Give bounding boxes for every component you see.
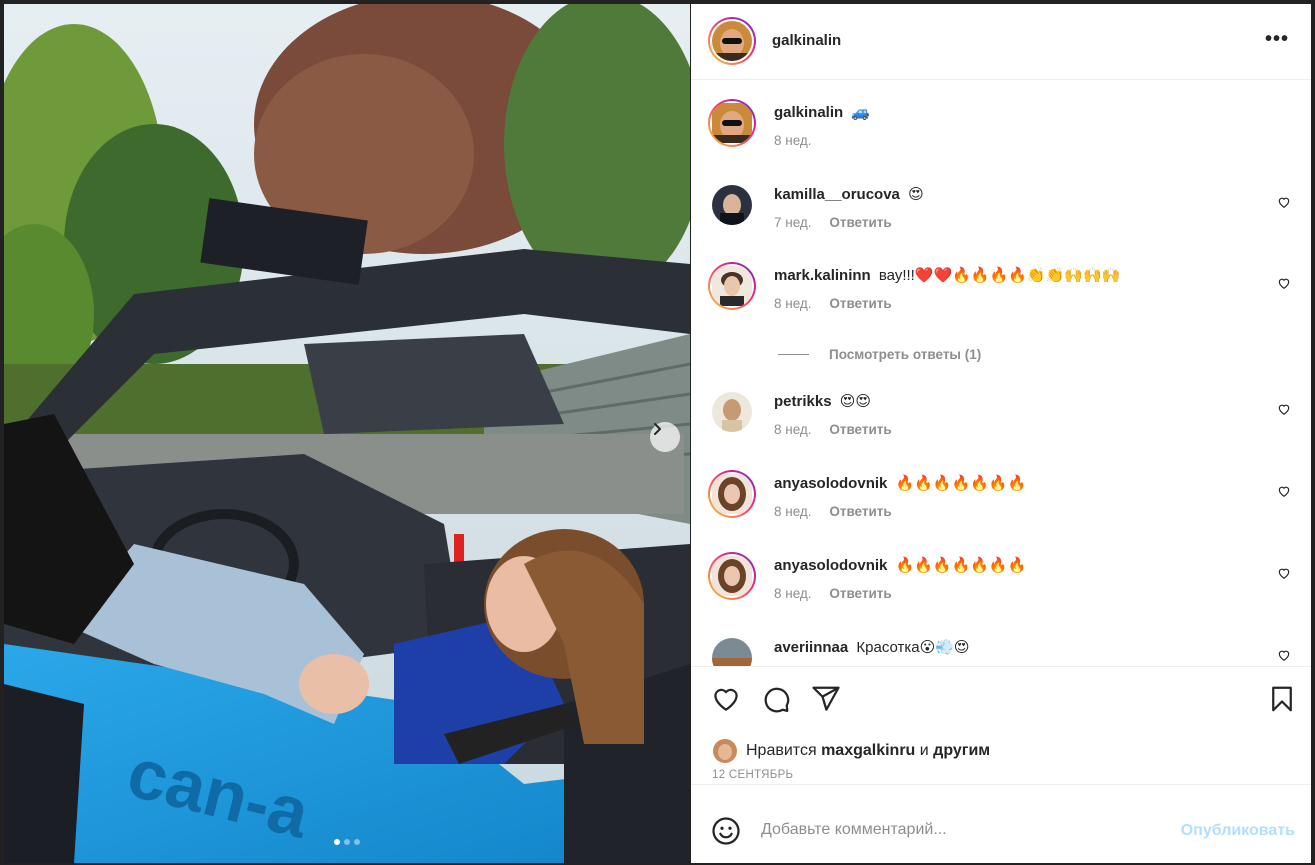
slide-dot — [334, 839, 340, 845]
comment-like-heart-icon[interactable] — [1277, 484, 1291, 498]
comment-composer: Опубликовать — [691, 784, 1311, 863]
comments-list[interactable]: galkinalin 🚙 8 нед. kamilla__orucova 😍 7… — [691, 81, 1311, 666]
comment-avatar-image — [712, 392, 752, 432]
reply-button[interactable]: Ответить — [829, 422, 891, 437]
post-date: 12 СЕНТЯБРЬ — [712, 769, 794, 781]
slide-dot — [354, 839, 360, 845]
comment-meta: 7 нед. Ответить — [774, 215, 892, 230]
caption-avatar-image — [712, 103, 752, 143]
comment-text: 😍 — [908, 186, 924, 203]
comment-text: 🔥🔥🔥🔥🔥🔥🔥 — [895, 557, 1027, 574]
likes-others[interactable]: другим — [933, 742, 990, 760]
more-options-icon[interactable]: ••• — [1265, 29, 1289, 49]
comment-like-heart-icon[interactable] — [1277, 566, 1291, 580]
heart-icon[interactable] — [711, 684, 741, 714]
post-header: galkinalin ••• — [691, 4, 1311, 80]
chevron-right-icon — [654, 423, 661, 435]
post-details-panel: galkinalin ••• galkinalin 🚙 8 нед. kamil… — [691, 4, 1311, 863]
post-media[interactable]: can-a — [4, 4, 690, 863]
comment-avatar-image — [712, 185, 752, 225]
post-actions: Нравится maxgalkinru и другим 12 СЕНТЯБР… — [691, 666, 1311, 784]
comment-time: 8 нед. — [774, 586, 812, 601]
author-username[interactable]: galkinalin — [772, 32, 841, 49]
caption-meta: 8 нед. — [774, 133, 812, 148]
replies-divider — [778, 354, 809, 355]
slide-dot — [344, 839, 350, 845]
comment-avatar-image — [712, 556, 752, 596]
comment-meta: 8 нед. Ответить — [774, 296, 892, 311]
comment-text: вау!!!❤️❤️🔥🔥🔥🔥👏👏🙌🙌🙌 — [878, 267, 1121, 284]
likes-prefix: Нравится — [746, 742, 817, 759]
comment-username[interactable]: mark.kalininn — [774, 267, 871, 284]
post-modal: can-a galkinalin ••• galkinalin 🚙 8 нед.… — [0, 0, 1315, 865]
comment-time: 8 нед. — [774, 422, 812, 437]
reply-button[interactable]: Ответить — [829, 296, 891, 311]
comment-avatar[interactable] — [708, 262, 756, 310]
comment-input[interactable] — [761, 815, 1161, 845]
comment-line: anyasolodovnik 🔥🔥🔥🔥🔥🔥🔥 — [774, 474, 1026, 492]
next-slide-button[interactable] — [650, 422, 680, 452]
comment-line: petrikks 😍😍 — [774, 392, 871, 410]
comment-avatar[interactable] — [708, 552, 756, 600]
likes-conj: и — [919, 742, 929, 759]
comment-avatar[interactable] — [708, 470, 756, 518]
comment-avatar[interactable] — [712, 638, 752, 666]
comment-avatar[interactable] — [712, 185, 752, 225]
comment-line: mark.kalininn вау!!!❤️❤️🔥🔥🔥🔥👏👏🙌🙌🙌 — [774, 266, 1120, 284]
comment-username[interactable]: petrikks — [774, 393, 832, 410]
comment-line: averiinnaa Красотка😮💨😍 — [774, 638, 970, 656]
view-replies-label: Посмотреть ответы (1) — [829, 347, 982, 362]
comment-time: 8 нед. — [774, 296, 812, 311]
comment-meta: 8 нед. Ответить — [774, 422, 892, 437]
author-avatar[interactable] — [708, 17, 756, 65]
comment-like-heart-icon[interactable] — [1277, 276, 1291, 290]
bookmark-icon[interactable] — [1267, 684, 1297, 714]
share-icon[interactable] — [811, 684, 841, 714]
caption-line: galkinalin 🚙 — [774, 103, 870, 121]
reply-button[interactable]: Ответить — [829, 504, 891, 519]
view-replies-button[interactable]: Посмотреть ответы (1) — [778, 347, 981, 362]
comment-like-heart-icon[interactable] — [1277, 648, 1291, 662]
comment-text: 😍😍 — [839, 393, 871, 410]
comment-username[interactable]: anyasolodovnik — [774, 557, 887, 574]
caption-username[interactable]: galkinalin — [774, 104, 843, 121]
comment-line: kamilla__orucova 😍 — [774, 185, 924, 203]
liker-avatar-image — [713, 739, 737, 763]
reply-button[interactable]: Ответить — [829, 586, 891, 601]
comment-username[interactable]: averiinnaa — [774, 639, 848, 656]
slide-indicator — [4, 839, 690, 845]
comment-avatar-image — [712, 266, 752, 306]
likes-summary[interactable]: Нравится maxgalkinru и другим — [713, 739, 990, 763]
reply-button[interactable]: Ответить — [829, 215, 891, 230]
comment-meta: 8 нед. Ответить — [774, 504, 892, 519]
comment-time: 8 нед. — [774, 504, 812, 519]
post-photo: can-a — [4, 4, 690, 863]
comment-username[interactable]: anyasolodovnik — [774, 475, 887, 492]
comment-meta: 8 нед. Ответить — [774, 586, 892, 601]
comment-username[interactable]: kamilla__orucova — [774, 186, 900, 203]
comment-avatar[interactable] — [712, 392, 752, 432]
caption-time: 8 нед. — [774, 133, 812, 148]
comment-like-heart-icon[interactable] — [1277, 195, 1291, 209]
comment-icon[interactable] — [761, 684, 791, 714]
comment-text: 🔥🔥🔥🔥🔥🔥🔥 — [895, 475, 1027, 492]
publish-button[interactable]: Опубликовать — [1181, 822, 1295, 840]
likes-user[interactable]: maxgalkinru — [821, 742, 915, 760]
caption-text: 🚙 — [851, 104, 871, 121]
author-avatar-image — [712, 21, 752, 61]
comment-avatar-image — [712, 474, 752, 514]
liker-avatar — [713, 739, 737, 763]
emoji-icon[interactable] — [711, 816, 741, 846]
caption-avatar[interactable] — [708, 99, 756, 147]
comment-avatar-image — [712, 638, 752, 666]
comment-time: 7 нед. — [774, 215, 812, 230]
comment-text: Красотка😮💨😍 — [856, 639, 970, 656]
comment-line: anyasolodovnik 🔥🔥🔥🔥🔥🔥🔥 — [774, 556, 1026, 574]
comment-like-heart-icon[interactable] — [1277, 402, 1291, 416]
